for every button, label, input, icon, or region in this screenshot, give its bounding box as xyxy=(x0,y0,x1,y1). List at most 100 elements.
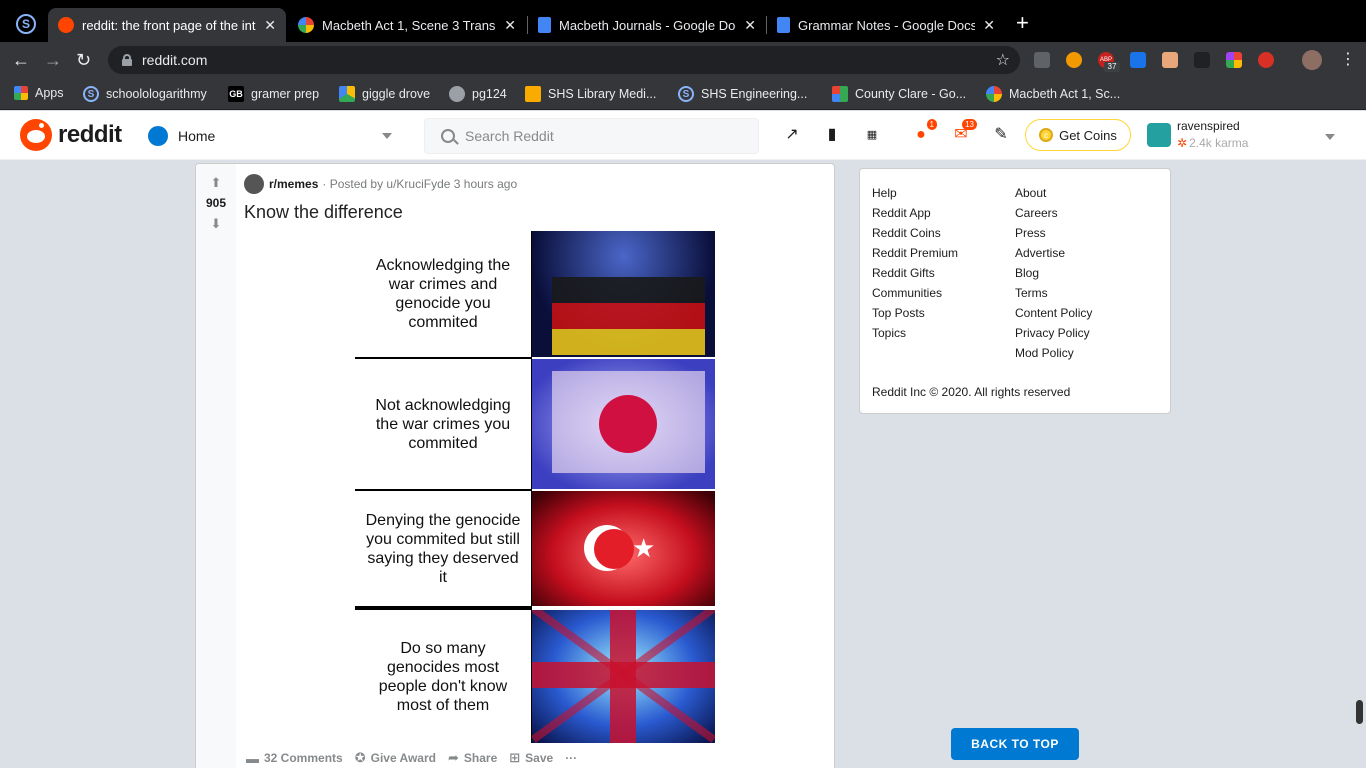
tab-reddit[interactable]: reddit: the front page of the int ✕ xyxy=(48,8,286,42)
red-extension-icon[interactable] xyxy=(1258,52,1274,68)
tab-macbeth-translation[interactable]: Macbeth Act 1, Scene 3 Transla ✕ xyxy=(288,8,526,42)
forward-arrow-icon[interactable]: → xyxy=(44,50,62,70)
subreddit-icon[interactable] xyxy=(244,174,264,194)
create-post-pencil-icon[interactable]: ✎ xyxy=(991,125,1011,145)
close-tab-icon[interactable]: ✕ xyxy=(504,17,516,34)
new-tab-button[interactable]: + xyxy=(1016,12,1029,34)
chrome-profile-avatar[interactable] xyxy=(1302,50,1322,70)
bookmark-star-icon[interactable]: ☆ xyxy=(996,50,1010,70)
meme-panel-text: Acknowledging the war crimes and genocid… xyxy=(375,257,511,331)
reddit-snoo-logo-icon[interactable] xyxy=(20,119,52,151)
upvote-arrow-icon[interactable]: ⬆ xyxy=(209,176,223,190)
footer-links-box: Help Reddit App Reddit Coins Reddit Prem… xyxy=(859,168,1171,414)
bookmark-county-clare[interactable]: County Clare - Go... xyxy=(832,86,966,102)
footer-link-about[interactable]: About xyxy=(1015,183,1092,203)
avatar xyxy=(1147,123,1171,147)
feed-selector-dropdown[interactable]: Home xyxy=(148,119,400,153)
footer-link-topics[interactable]: Topics xyxy=(872,323,958,343)
user-menu-dropdown[interactable]: ravenspired ✲ 2.4k karma xyxy=(1147,118,1347,152)
chat-icon[interactable]: ● 1 xyxy=(911,119,937,145)
username: ravenspired xyxy=(1177,119,1240,133)
footer-link-careers[interactable]: Careers xyxy=(1015,203,1092,223)
reddit-header: reddit Home Search Reddit ↗ ▮ ▦ ● 1 ✉ 13 ✎… xyxy=(0,111,1366,160)
close-tab-icon[interactable]: ✕ xyxy=(264,17,276,34)
give-award-button[interactable]: ✪ Give Award xyxy=(355,750,436,766)
reload-icon[interactable]: ↻ xyxy=(76,50,91,70)
downvote-arrow-icon[interactable]: ⬇ xyxy=(209,217,223,231)
tab-grammar-notes[interactable]: Grammar Notes - Google Docs ✕ xyxy=(767,8,1005,42)
post-card[interactable]: ⬆ 905 ⬇ r/memes · Posted by u/KruciFyde … xyxy=(195,163,835,768)
owl-extension-icon[interactable] xyxy=(1066,52,1082,68)
close-tab-icon[interactable]: ✕ xyxy=(744,17,756,34)
google-docs-icon xyxy=(777,17,790,33)
share-button[interactable]: ➦ Share xyxy=(448,750,497,766)
more-options-button[interactable]: ··· xyxy=(565,751,577,765)
footer-link-reddit-app[interactable]: Reddit App xyxy=(872,203,958,223)
extension-count-badge: 37 xyxy=(1104,62,1120,72)
save-button[interactable]: ⊞ Save xyxy=(509,750,553,766)
bookmark-macbeth-act1[interactable]: Macbeth Act 1, Sc... xyxy=(986,86,1120,102)
trending-icon[interactable]: ↗ xyxy=(782,125,802,145)
rpan-icon[interactable]: ▦ xyxy=(862,125,882,145)
footer-link-mod-policy[interactable]: Mod Policy xyxy=(1015,343,1092,363)
share-arrow-icon: ➦ xyxy=(447,750,459,765)
bookmark-schoology[interactable]: S schoolologarithmy xyxy=(83,86,207,102)
japan-flag-brain-image xyxy=(532,359,715,489)
bookmark-shs-library[interactable]: SHS Library Medi... xyxy=(525,86,656,102)
leaf-extension-icon[interactable] xyxy=(1194,52,1210,68)
schoology-icon: S xyxy=(83,86,99,102)
schoology-profile-icon[interactable]: S xyxy=(16,14,36,34)
home-icon xyxy=(148,126,168,146)
checkmark-extension-icon[interactable] xyxy=(1130,52,1146,68)
bookmark-apps[interactable]: Apps xyxy=(14,86,64,100)
mail-icon[interactable]: ✉ 13 xyxy=(951,119,977,145)
box-extension-icon[interactable] xyxy=(1162,52,1178,68)
footer-link-reddit-premium[interactable]: Reddit Premium xyxy=(872,243,958,263)
karma-icon: ✲ xyxy=(1177,136,1188,150)
meme-panel-text: Denying the genocide you commited but st… xyxy=(365,511,521,586)
address-bar[interactable]: reddit.com ☆ xyxy=(108,46,1020,74)
footer-link-reddit-coins[interactable]: Reddit Coins xyxy=(872,223,958,243)
chevron-down-icon xyxy=(382,133,392,139)
tab-macbeth-journals[interactable]: Macbeth Journals - Google Doc ✕ xyxy=(528,8,766,42)
footer-link-privacy-policy[interactable]: Privacy Policy xyxy=(1015,323,1092,343)
maps-icon xyxy=(832,86,848,102)
meme-panel-text: Do so many genocides most people don't k… xyxy=(378,639,508,714)
footer-link-blog[interactable]: Blog xyxy=(1015,263,1092,283)
footer-link-help[interactable]: Help xyxy=(872,183,958,203)
color-extension-icon[interactable] xyxy=(1226,52,1242,68)
footer-link-terms[interactable]: Terms xyxy=(1015,283,1092,303)
germany-flag-brain-image xyxy=(532,231,715,357)
search-input[interactable]: Search Reddit xyxy=(424,118,759,154)
bookmark-shs-engineering[interactable]: S SHS Engineering... xyxy=(678,86,807,102)
footer-link-content-policy[interactable]: Content Policy xyxy=(1015,303,1092,323)
karma-count: ✲ 2.4k karma xyxy=(1177,136,1249,150)
reddit-wordmark[interactable]: reddit xyxy=(58,121,122,149)
browser-toolbar: ← → ↻ reddit.com ☆ ABP 37 ⋮ xyxy=(0,42,1366,78)
comments-button[interactable]: ▬ 32 Comments xyxy=(246,751,343,766)
meme-image[interactable]: Acknowledging the war crimes and genocid… xyxy=(355,231,716,743)
footer-link-advertise[interactable]: Advertise xyxy=(1015,243,1092,263)
page-scrollbar-thumb[interactable] xyxy=(1356,700,1363,724)
crx-extension-icon[interactable] xyxy=(1034,52,1050,68)
bookmark-giggle-drove[interactable]: giggle drove xyxy=(339,86,430,102)
bookmark-pg124[interactable]: pg124 xyxy=(449,86,507,102)
library-icon xyxy=(525,86,541,102)
back-arrow-icon[interactable]: ← xyxy=(12,50,30,70)
back-to-top-button[interactable]: BACK TO TOP xyxy=(951,728,1079,760)
footer-link-press[interactable]: Press xyxy=(1015,223,1092,243)
bookmark-gramer-prep[interactable]: GB gramer prep xyxy=(228,86,319,102)
posted-by: · Posted by u/KruciFyde 3 hours ago xyxy=(322,177,518,191)
leaderboard-icon[interactable]: ▮ xyxy=(822,125,842,145)
chrome-menu-icon[interactable]: ⋮ xyxy=(1340,50,1356,70)
post-title[interactable]: Know the difference xyxy=(244,202,403,223)
footer-link-reddit-gifts[interactable]: Reddit Gifts xyxy=(872,263,958,283)
footer-link-communities[interactable]: Communities xyxy=(872,283,958,303)
footer-links-col1: Help Reddit App Reddit Coins Reddit Prem… xyxy=(872,183,958,343)
close-tab-icon[interactable]: ✕ xyxy=(983,17,995,34)
lock-icon xyxy=(122,54,132,66)
footer-link-top-posts[interactable]: Top Posts xyxy=(872,303,958,323)
subreddit-link[interactable]: r/memes xyxy=(269,177,318,191)
get-coins-button[interactable]: c Get Coins xyxy=(1025,119,1131,151)
globe-icon xyxy=(449,86,465,102)
